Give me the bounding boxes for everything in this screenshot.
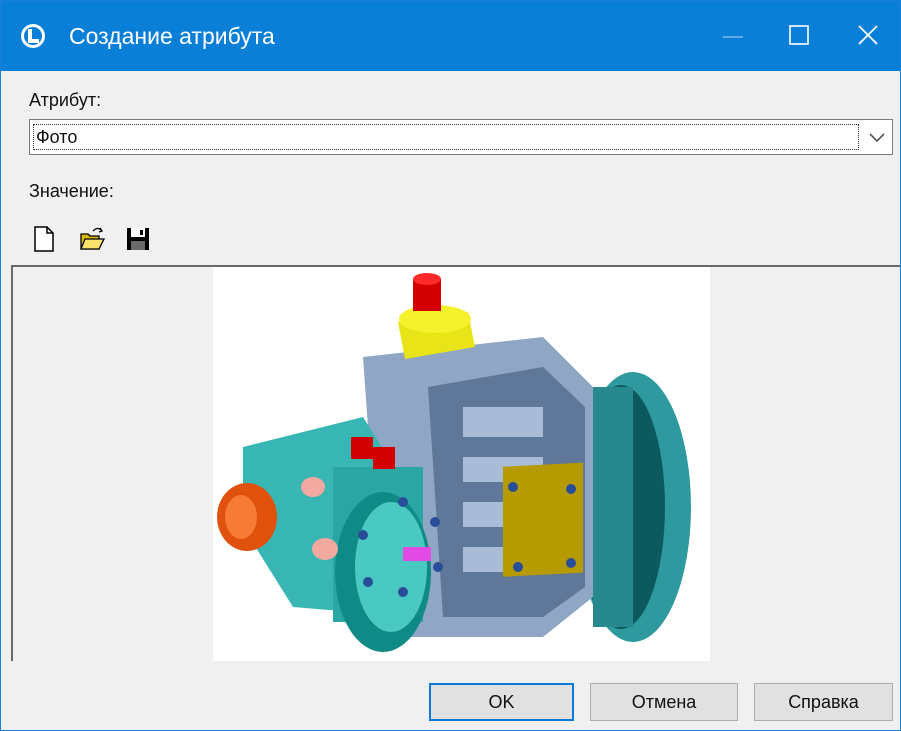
value-image-panel: [11, 265, 900, 661]
close-icon: [858, 25, 878, 45]
pump-drawing: [217, 273, 691, 652]
ok-button[interactable]: OK: [429, 683, 574, 721]
maximize-icon: [789, 25, 809, 45]
help-button[interactable]: Справка: [754, 683, 893, 721]
title-bar[interactable]: Создание атрибута: [1, 1, 900, 71]
dialog-window: Создание атрибута Атрибут: Фото Значение…: [0, 0, 901, 731]
attribute-select[interactable]: Фото: [29, 119, 893, 155]
app-logo-icon: [21, 24, 45, 48]
maximize-button[interactable]: [767, 1, 831, 71]
window-title: Создание атрибута: [69, 23, 275, 49]
save-icon[interactable]: [125, 225, 151, 253]
chevron-down-icon[interactable]: [862, 120, 892, 154]
close-button[interactable]: [836, 1, 900, 71]
value-label: Значение:: [29, 181, 114, 201]
pump-model-image: [213, 267, 710, 661]
minimize-button[interactable]: [701, 1, 765, 71]
cancel-button[interactable]: Отмена: [590, 683, 738, 721]
attribute-select-value: Фото: [33, 124, 859, 150]
minimize-icon: [723, 36, 743, 38]
attribute-label: Атрибут:: [29, 90, 102, 110]
open-folder-icon[interactable]: [79, 225, 105, 253]
new-document-icon[interactable]: [31, 225, 57, 253]
